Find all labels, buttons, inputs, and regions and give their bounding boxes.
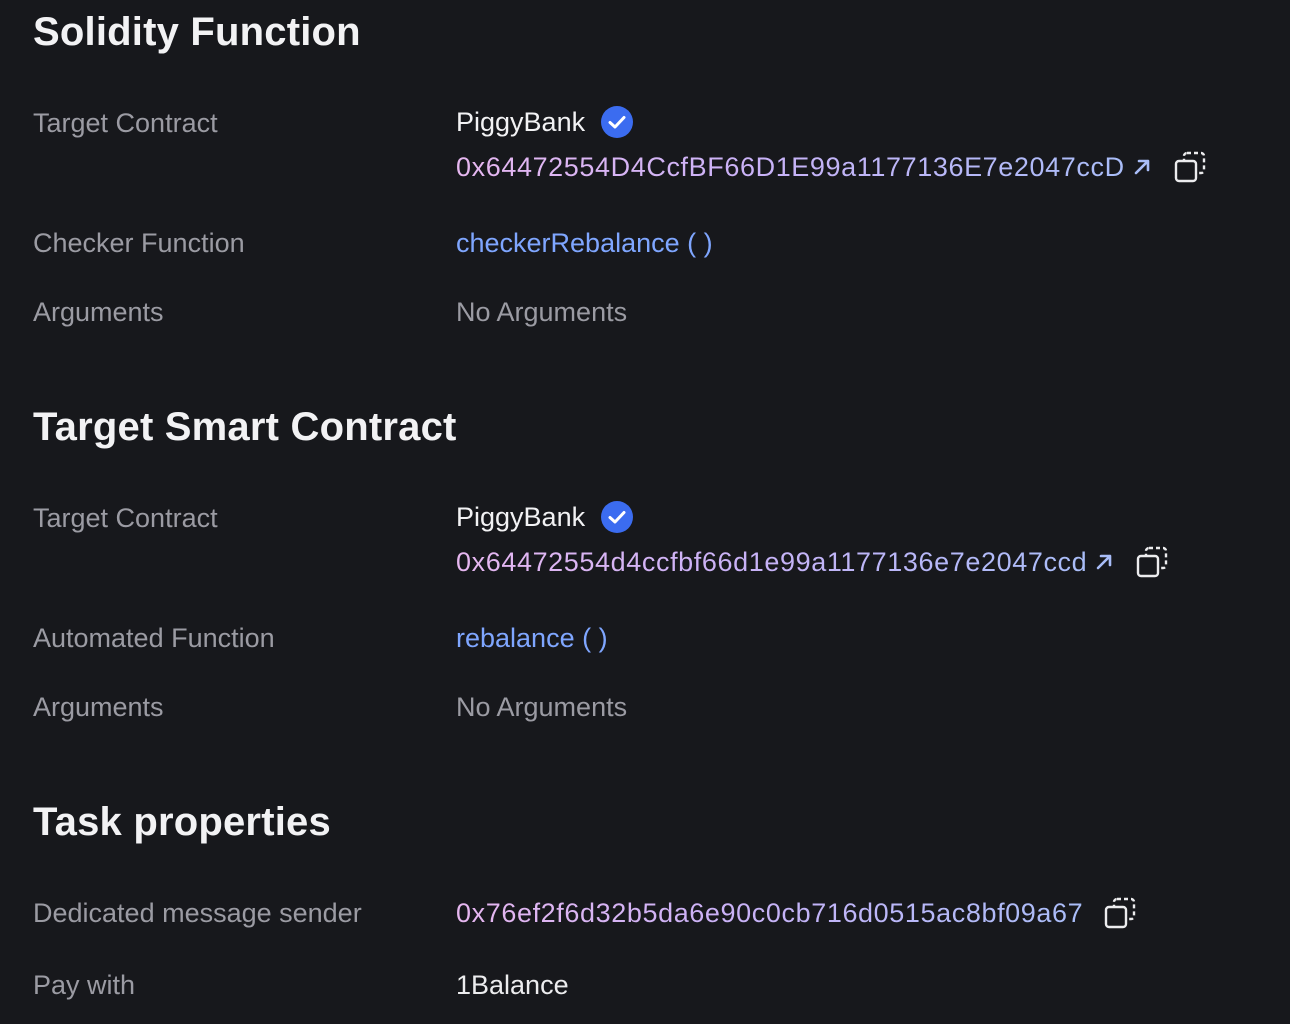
checker-function-label: Checker Function [33, 228, 245, 258]
contract-name-row: PiggyBank [456, 501, 1169, 533]
contract-name: PiggyBank [456, 106, 586, 137]
contract-name-row: PiggyBank [456, 106, 1207, 138]
target-contract-label: Target Contract [33, 503, 218, 533]
sender-address-row: 0x76ef2f6d32b5da6e90c0cb716d0515ac8bf09a… [456, 896, 1137, 930]
contract-address-link[interactable]: 0x64472554D4CcfBF66D1E99a1177136E7e2047c… [456, 152, 1125, 183]
pay-with-value: 1Balance [456, 970, 569, 1000]
arguments-value: No Arguments [456, 692, 628, 722]
automated-function-link[interactable]: rebalance ( ) [456, 623, 608, 654]
contract-address-row: 0x64472554D4CcfBF66D1E99a1177136E7e2047c… [456, 150, 1207, 184]
target-contract-label: Target Contract [33, 108, 218, 138]
section-title-target-smart-contract: Target Smart Contract [33, 405, 457, 449]
automated-function-label: Automated Function [33, 623, 275, 653]
arguments-value: No Arguments [456, 297, 628, 327]
contract-address-row: 0x64472554d4ccfbf66d1e99a1177136e7e2047c… [456, 545, 1169, 579]
checker-function-link[interactable]: checkerRebalance ( ) [456, 228, 713, 259]
pay-with-label: Pay with [33, 970, 136, 1000]
target-contract-value: PiggyBank 0x64472554D4CcfBF66D1E99a11771… [456, 106, 1207, 184]
dedicated-sender-value: 0x76ef2f6d32b5da6e90c0cb716d0515ac8bf09a… [456, 896, 1137, 930]
dedicated-sender-label: Dedicated message sender [33, 898, 362, 928]
verified-check-icon [601, 501, 634, 533]
copy-icon[interactable] [1173, 150, 1207, 184]
contract-name: PiggyBank [456, 501, 586, 532]
section-title-solidity-function: Solidity Function [33, 10, 361, 54]
verified-check-icon [601, 106, 634, 138]
arguments-label: Arguments [33, 692, 164, 722]
external-link-icon[interactable] [1093, 551, 1115, 573]
copy-icon[interactable] [1103, 896, 1137, 930]
external-link-icon[interactable] [1131, 156, 1153, 178]
section-title-task-properties: Task properties [33, 800, 331, 844]
copy-icon[interactable] [1135, 545, 1169, 579]
sender-address-link[interactable]: 0x76ef2f6d32b5da6e90c0cb716d0515ac8bf09a… [456, 898, 1083, 929]
contract-address-link[interactable]: 0x64472554d4ccfbf66d1e99a1177136e7e2047c… [456, 547, 1087, 578]
arguments-label: Arguments [33, 297, 164, 327]
target-contract-value: PiggyBank 0x64472554d4ccfbf66d1e99a11771… [456, 501, 1169, 579]
